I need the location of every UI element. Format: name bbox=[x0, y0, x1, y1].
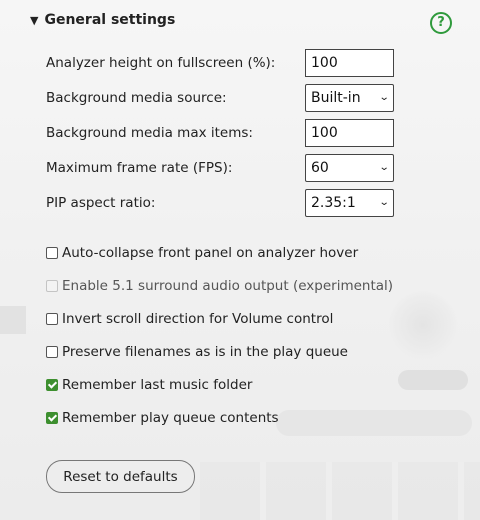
remember-folder-checkbox[interactable] bbox=[46, 379, 58, 391]
checkbox-row-invert-scroll[interactable]: Invert scroll direction for Volume contr… bbox=[46, 311, 333, 327]
checkbox-label: Remember last music folder bbox=[62, 377, 253, 393]
checkbox-label: Enable 5.1 surround audio output (experi… bbox=[62, 278, 394, 294]
invert-scroll-checkbox[interactable] bbox=[46, 313, 58, 325]
bg-source-label: Background media source: bbox=[46, 90, 227, 106]
chevron-down-icon: ⌄ bbox=[378, 197, 390, 208]
max-fps-value: 60 bbox=[311, 160, 329, 176]
checkbox-label: Preserve filenames as is in the play que… bbox=[62, 344, 348, 360]
section-header[interactable]: ▼ General settings bbox=[30, 12, 175, 28]
section-title: General settings bbox=[44, 12, 176, 28]
checkbox-label: Auto-collapse front panel on analyzer ho… bbox=[62, 245, 359, 261]
chevron-down-icon: ⌄ bbox=[378, 92, 390, 103]
help-icon[interactable]: ? bbox=[430, 12, 452, 34]
checkbox-row-remember-queue[interactable]: Remember play queue contents bbox=[46, 410, 279, 426]
remember-queue-checkbox[interactable] bbox=[46, 412, 58, 424]
max-fps-label: Maximum frame rate (FPS): bbox=[46, 160, 233, 176]
chevron-down-icon: ⌄ bbox=[378, 162, 390, 173]
checkbox-row-preserve-filenames[interactable]: Preserve filenames as is in the play que… bbox=[46, 344, 348, 360]
pip-ratio-label: PIP aspect ratio: bbox=[46, 195, 156, 211]
checkbox-label: Invert scroll direction for Volume contr… bbox=[62, 311, 334, 327]
analyzer-height-label: Analyzer height on fullscreen (%): bbox=[46, 55, 276, 71]
checkbox-row-remember-folder[interactable]: Remember last music folder bbox=[46, 377, 252, 393]
collapse-triangle-icon[interactable]: ▼ bbox=[30, 14, 38, 27]
reset-defaults-button[interactable]: Reset to defaults bbox=[46, 460, 195, 493]
bg-max-items-input[interactable]: 100 bbox=[305, 119, 394, 147]
preserve-filenames-checkbox[interactable] bbox=[46, 346, 58, 358]
checkbox-row-auto-collapse[interactable]: Auto-collapse front panel on analyzer ho… bbox=[46, 245, 358, 261]
bg-source-select[interactable]: Built-in ⌄ bbox=[305, 84, 394, 112]
bg-source-value: Built-in bbox=[311, 90, 361, 106]
auto-collapse-checkbox[interactable] bbox=[46, 247, 58, 259]
settings-panel: ▼ General settings ? Analyzer height on … bbox=[0, 0, 480, 520]
checkbox-row-surround: Enable 5.1 surround audio output (experi… bbox=[46, 278, 393, 294]
surround-audio-checkbox bbox=[46, 280, 58, 292]
pip-ratio-select[interactable]: 2.35:1 ⌄ bbox=[305, 189, 394, 217]
bg-max-items-label: Background media max items: bbox=[46, 125, 253, 141]
max-fps-select[interactable]: 60 ⌄ bbox=[305, 154, 394, 182]
checkbox-label: Remember play queue contents bbox=[62, 410, 279, 426]
analyzer-height-input[interactable]: 100 bbox=[305, 49, 394, 77]
pip-ratio-value: 2.35:1 bbox=[311, 195, 356, 211]
